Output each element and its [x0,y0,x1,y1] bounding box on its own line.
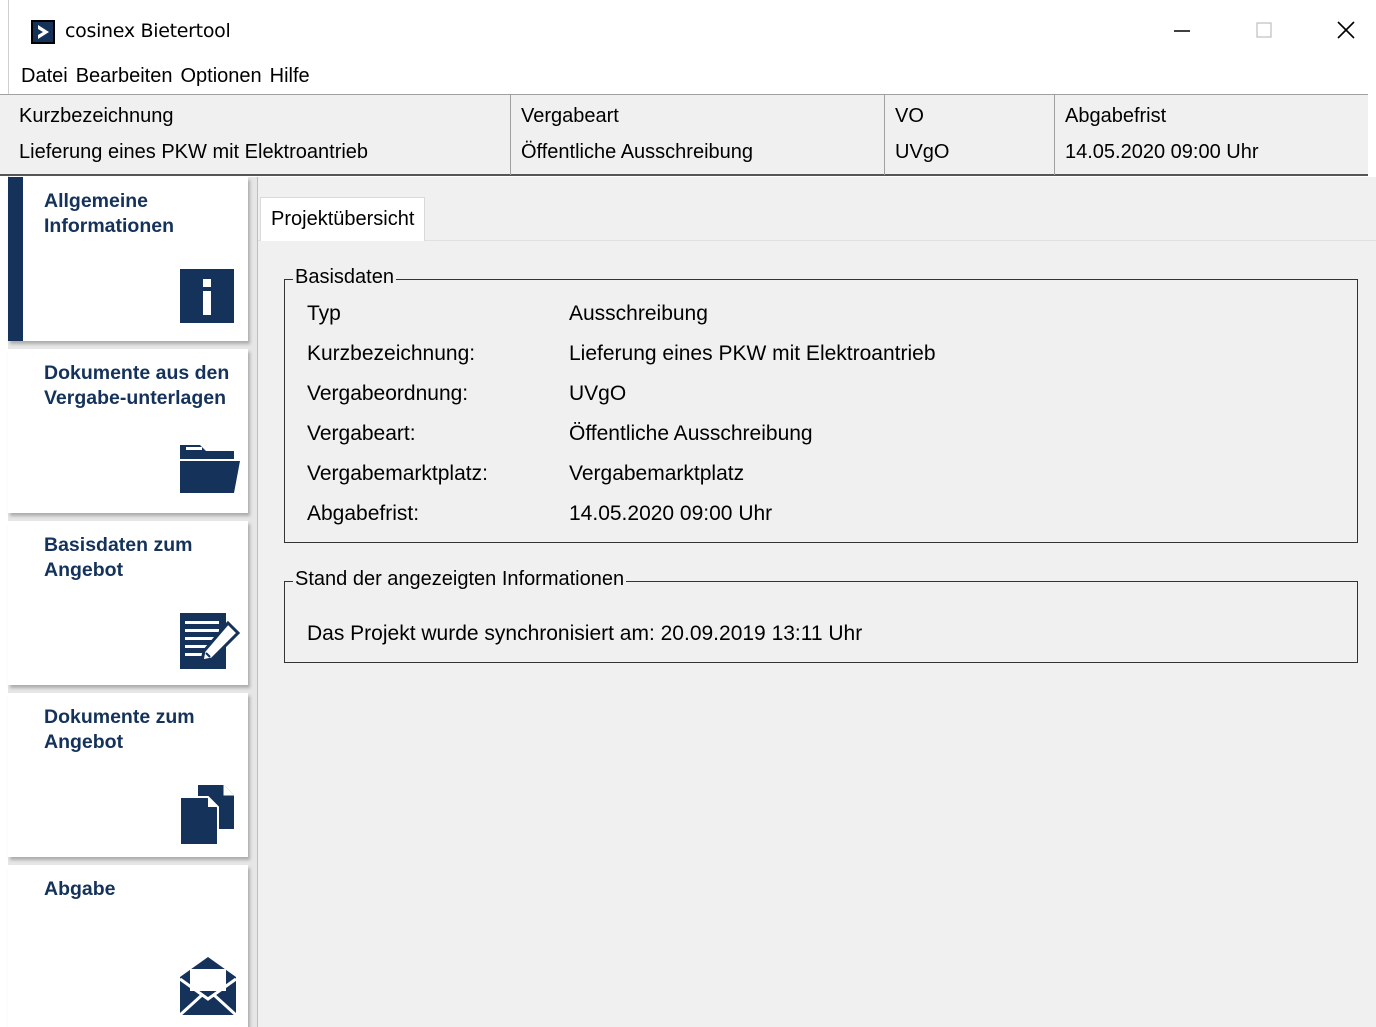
info-value: 14.05.2020 09:00 Uhr [569,502,773,525]
app-logo-icon [31,20,55,44]
envelope-icon [178,955,238,1017]
stand-group: Stand der angezeigten Informationen Das … [284,568,1358,663]
project-header: Kurzbezeichnung Lieferung eines PKW mit … [0,94,1368,176]
sidebar-item-label: Dokumente zum Angebot [44,706,195,753]
documents-icon [178,783,236,846]
sidebar-item-allgemeine-informationen[interactable]: Allgemeine Informationen [8,177,248,341]
header-value: Öffentliche Ausschreibung [521,141,754,163]
header-vo: VO UVgO [885,95,1055,175]
header-abgabefrist: Abgabefrist 14.05.2020 09:00 Uhr [1055,95,1368,175]
info-value: Vergabemarktplatz [569,462,745,485]
main-content: Projektübersicht Basisdaten Typ Ausschre… [258,177,1376,1027]
group-title: Stand der angezeigten Informationen [293,568,627,591]
group-title: Basisdaten [293,266,396,289]
sidebar: Allgemeine Informationen Dokumente aus d… [8,177,258,1027]
maximize-icon[interactable] [1241,8,1287,52]
tab-projektuebersicht[interactable]: Projektübersicht [260,197,426,241]
sidebar-item-abgabe[interactable]: Abgabe [8,865,248,1027]
info-value: Lieferung eines PKW mit Elektroantrieb [569,342,936,365]
header-kurzbezeichnung: Kurzbezeichnung Lieferung eines PKW mit … [9,95,511,175]
sidebar-item-label: Basisdaten zum Angebot [44,534,193,581]
close-icon[interactable] [1323,8,1369,52]
minimize-icon[interactable] [1159,8,1205,52]
info-value: UVgO [569,382,627,405]
sidebar-item-label: Allgemeine Informationen [44,190,174,237]
info-key: Vergabeart: [307,422,416,445]
header-label: Vergabeart [521,105,619,127]
sync-status-text: Das Projekt wurde synchronisiert am: 20.… [307,622,863,645]
info-key: Vergabemarktplatz: [307,462,488,485]
header-label: Abgabefrist [1065,105,1167,127]
menu-datei[interactable]: Datei [21,65,68,88]
info-key: Kurzbezeichnung: [307,342,476,365]
sidebar-item-dokumente-vergabeunterlagen[interactable]: Dokumente aus den Vergabe-unterlagen [8,349,248,513]
info-key: Typ [307,302,341,325]
basisdaten-group: Basisdaten Typ Ausschreibung Kurzbezeich… [284,266,1358,543]
info-icon [178,267,236,325]
sidebar-item-label: Dokumente aus den Vergabe-unterlagen [44,362,230,409]
menu-bar: Datei Bearbeiten Optionen Hilfe [9,60,1376,92]
info-value: Öffentliche Ausschreibung [569,422,813,445]
info-value: Ausschreibung [569,302,708,325]
tab-bar: Projektübersicht [258,177,1376,241]
info-key: Abgabefrist: [307,502,420,525]
menu-optionen[interactable]: Optionen [180,65,261,88]
window-title: cosinex Bietertool [65,20,231,42]
header-vergabeart: Vergabeart Öffentliche Ausschreibung [511,95,885,175]
info-key: Vergabeordnung: [307,382,469,405]
folder-icon [178,439,240,497]
title-bar: cosinex Bietertool [9,0,1376,60]
header-label: VO [895,105,924,127]
sidebar-item-basisdaten-angebot[interactable]: Basisdaten zum Angebot [8,521,248,685]
header-value: UVgO [895,141,950,163]
header-value: Lieferung eines PKW mit Elektroantrieb [19,141,369,163]
header-label: Kurzbezeichnung [19,105,174,127]
sidebar-item-label: Abgabe [44,878,116,900]
sidebar-item-dokumente-angebot[interactable]: Dokumente zum Angebot [8,693,248,857]
edit-document-icon [178,611,241,669]
menu-bearbeiten[interactable]: Bearbeiten [76,65,173,88]
menu-hilfe[interactable]: Hilfe [270,65,310,88]
header-value: 14.05.2020 09:00 Uhr [1065,141,1259,163]
